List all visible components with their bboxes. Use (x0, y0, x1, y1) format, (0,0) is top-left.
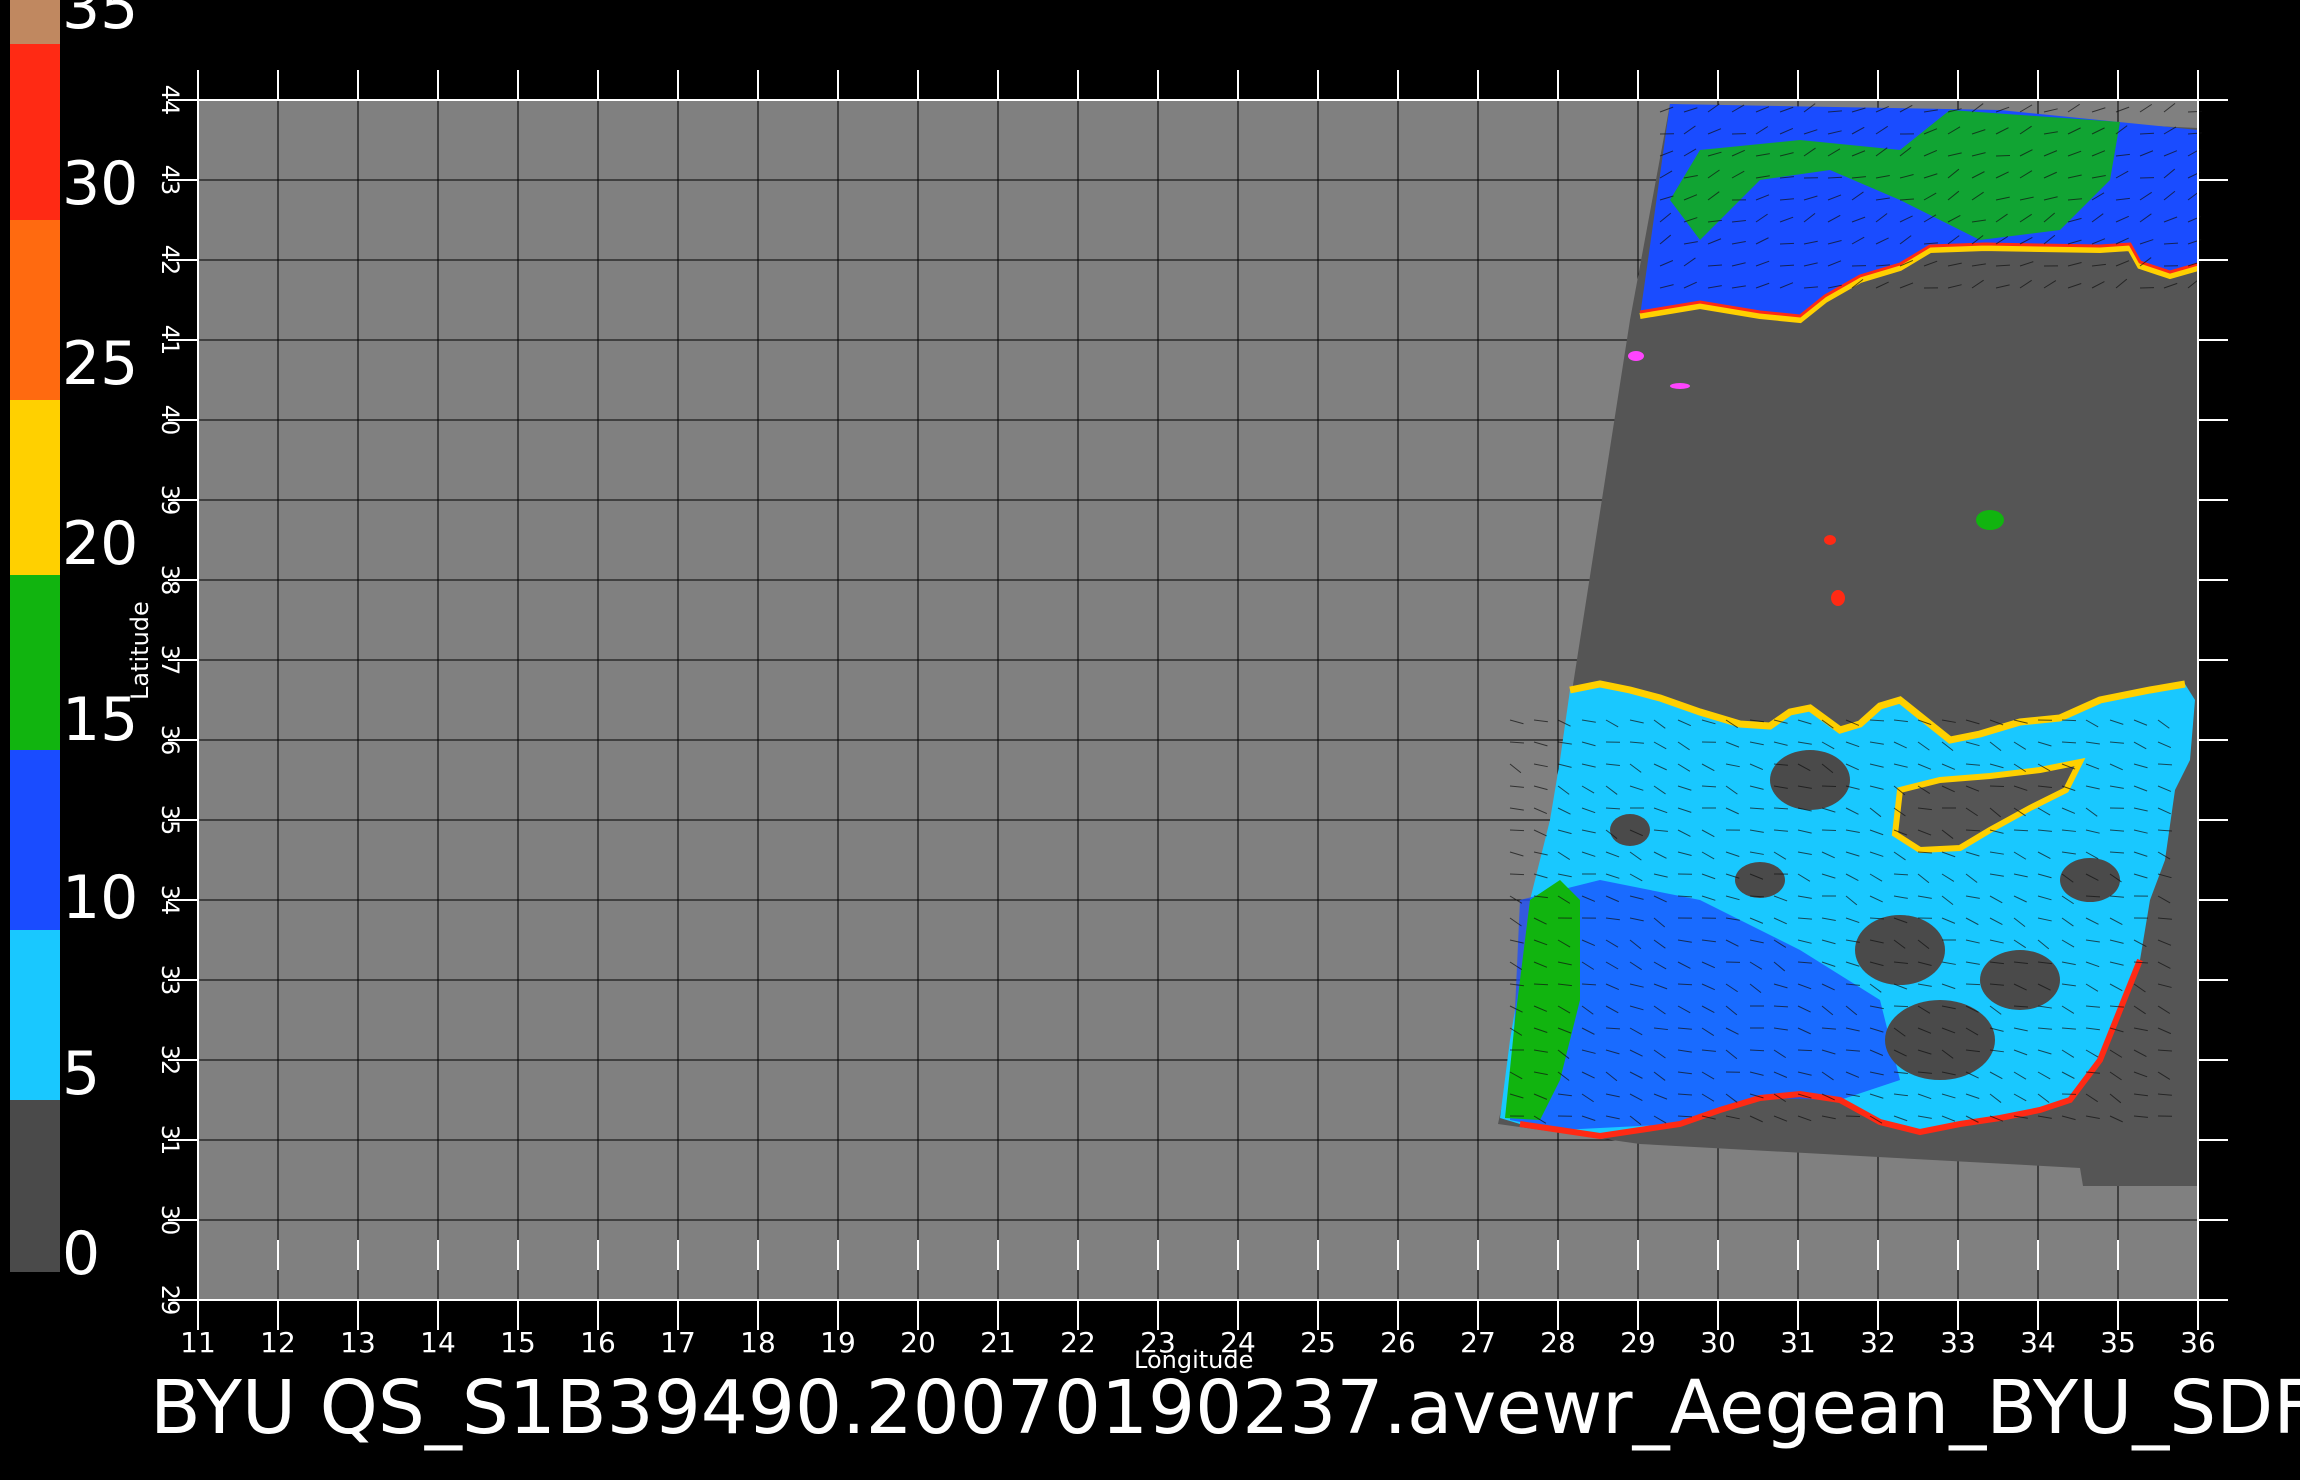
lat-tick-label: 35 (156, 805, 184, 836)
lat-tick-label: 32 (156, 1045, 184, 1076)
lon-tick-label: 32 (1860, 1326, 1896, 1359)
lon-tick-label: 25 (1300, 1326, 1336, 1359)
lat-tick-label: 34 (156, 885, 184, 916)
lon-tick-label: 16 (580, 1326, 616, 1359)
lon-tick-label: 11 (180, 1326, 216, 1359)
lat-tick-label: 43 (156, 165, 184, 196)
lon-tick-label: 19 (820, 1326, 856, 1359)
lat-tick-label: 33 (156, 965, 184, 996)
wind-vector (1893, 1005, 1909, 1008)
wind-vector (2061, 719, 2077, 722)
image-caption: BYU QS_S1B39490.20070190237.avewr_Aegean… (150, 1365, 2300, 1451)
lon-tick-label: 27 (1460, 1326, 1496, 1359)
lon-tick-label: 14 (420, 1326, 456, 1359)
wind-vector (1797, 1049, 1813, 1052)
lon-tick-label: 34 (2020, 1326, 2056, 1359)
lat-tick-label: 36 (156, 725, 184, 756)
lat-tick-label: 42 (156, 245, 184, 276)
lon-tick-label: 26 (1380, 1326, 1416, 1359)
lon-tick-label: 35 (2100, 1326, 2136, 1359)
lat-tick-label: 41 (156, 325, 184, 356)
lat-tick-label: 29 (156, 1285, 184, 1316)
lon-tick-label: 13 (340, 1326, 376, 1359)
wind-vector (1509, 829, 1525, 832)
wind-vector (1509, 873, 1525, 876)
y-axis-title: Latitude (126, 601, 154, 700)
wind-vector (1989, 785, 2005, 788)
lon-tick-label: 28 (1540, 1326, 1576, 1359)
lon-tick-label: 22 (1060, 1326, 1096, 1359)
lon-tick-label: 18 (740, 1326, 776, 1359)
lon-tick-label: 21 (980, 1326, 1016, 1359)
lat-tick-label: 44 (156, 85, 184, 116)
lat-tick-label: 30 (156, 1205, 184, 1236)
wind-vector (2187, 110, 2203, 113)
lon-tick-label: 12 (260, 1326, 296, 1359)
wind-vector (1827, 176, 1843, 179)
wind-vector (1779, 242, 1795, 245)
wind-vector (1821, 829, 1837, 832)
lon-tick-label: 30 (1700, 1326, 1736, 1359)
lon-tick-label: 36 (2180, 1326, 2216, 1359)
lat-tick-label: 38 (156, 565, 184, 596)
wind-vector (1533, 983, 1549, 986)
lon-tick-label: 31 (1780, 1326, 1816, 1359)
wind-speed-map: 11 12 13 14 15 16 17 18 19 20 21 22 23 24 25 26 27 28 29 30… (156, 70, 2228, 1359)
lon-tick-label: 17 (660, 1326, 696, 1359)
wind-vector (1965, 983, 1981, 986)
lon-tick-label: 15 (500, 1326, 536, 1359)
lat-tick-label: 39 (156, 485, 184, 516)
lat-tick-label: 40 (156, 405, 184, 436)
lon-tick-label: 33 (1940, 1326, 1976, 1359)
lon-tick-label: 29 (1620, 1326, 1656, 1359)
lon-tick-label: 20 (900, 1326, 936, 1359)
lat-tick-label: 37 (156, 645, 184, 676)
lat-tick-label: 31 (156, 1125, 184, 1156)
